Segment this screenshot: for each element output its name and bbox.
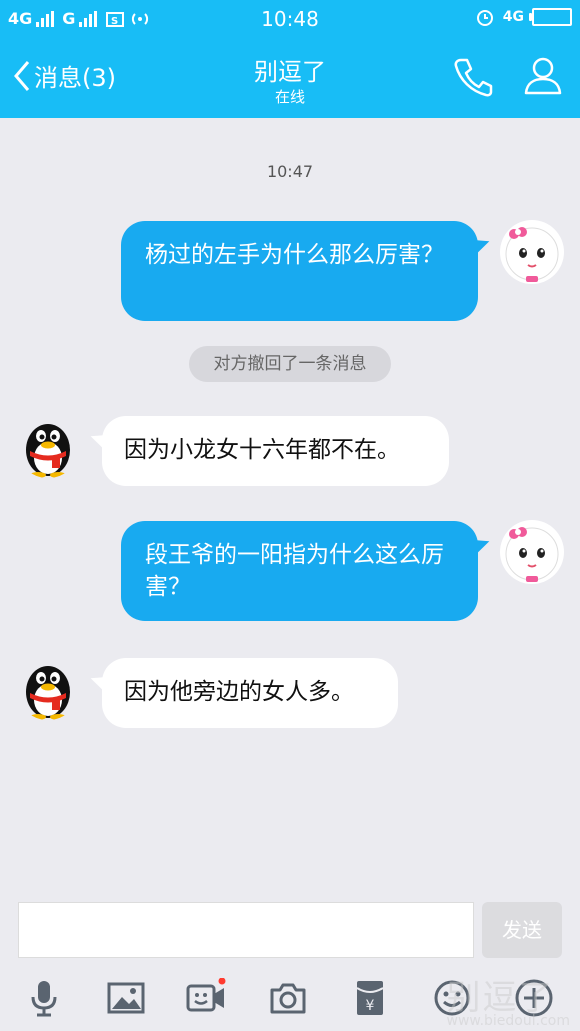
watermark-url: www.biedoul.com (446, 1013, 570, 1029)
send-button[interactable]: 发送 (482, 902, 562, 958)
message-timestamp: 10:47 (266, 162, 314, 181)
message-input[interactable] (18, 902, 474, 958)
battery-icon (529, 8, 572, 26)
penguin-icon (26, 424, 70, 478)
penguin-icon (26, 666, 70, 720)
status-right: 4G (475, 7, 572, 27)
image-icon[interactable] (106, 978, 146, 1018)
network-label-right: 4G (502, 9, 524, 25)
alarm-icon (476, 10, 493, 26)
incoming-message[interactable]: 因为小龙女十六年都不在。 (102, 416, 449, 486)
camera-icon[interactable] (268, 978, 308, 1018)
message-text: 因为小龙女十六年都不在。 (124, 437, 400, 463)
chat-header: 消息(3) 别逗了 在线 (0, 38, 580, 118)
profile-icon[interactable] (522, 55, 564, 97)
video-call-icon[interactable] (186, 978, 226, 1018)
microphone-icon[interactable] (24, 978, 64, 1018)
watermark-text: 别逗了 (446, 978, 555, 1018)
status-bar: 4G G S 10:48 4G (0, 0, 580, 38)
outgoing-message[interactable]: 段王爷的一阳指为什么这么厉害？ (121, 521, 478, 621)
girl-face-icon (505, 227, 559, 282)
my-avatar[interactable] (500, 220, 564, 284)
contact-avatar[interactable] (16, 656, 80, 720)
watermark: 别逗了 www.biedoul.com (447, 970, 570, 1029)
svg-text:¥: ¥ (366, 998, 375, 1014)
my-avatar[interactable] (500, 520, 564, 584)
girl-face-icon (505, 527, 559, 582)
message-text: 杨过的左手为什么那么厉害？ (145, 242, 444, 268)
message-text: 段王爷的一阳指为什么这么厉害？ (145, 542, 444, 600)
recalled-notice: 对方撤回了一条消息 (189, 346, 391, 382)
phone-icon[interactable] (452, 56, 494, 98)
message-text: 因为他旁边的女人多。 (124, 679, 354, 705)
outgoing-message[interactable]: 杨过的左手为什么那么厉害？ (121, 221, 478, 321)
red-packet-icon[interactable]: ¥ (350, 978, 390, 1018)
contact-avatar[interactable] (16, 414, 80, 478)
incoming-message[interactable]: 因为他旁边的女人多。 (102, 658, 398, 728)
